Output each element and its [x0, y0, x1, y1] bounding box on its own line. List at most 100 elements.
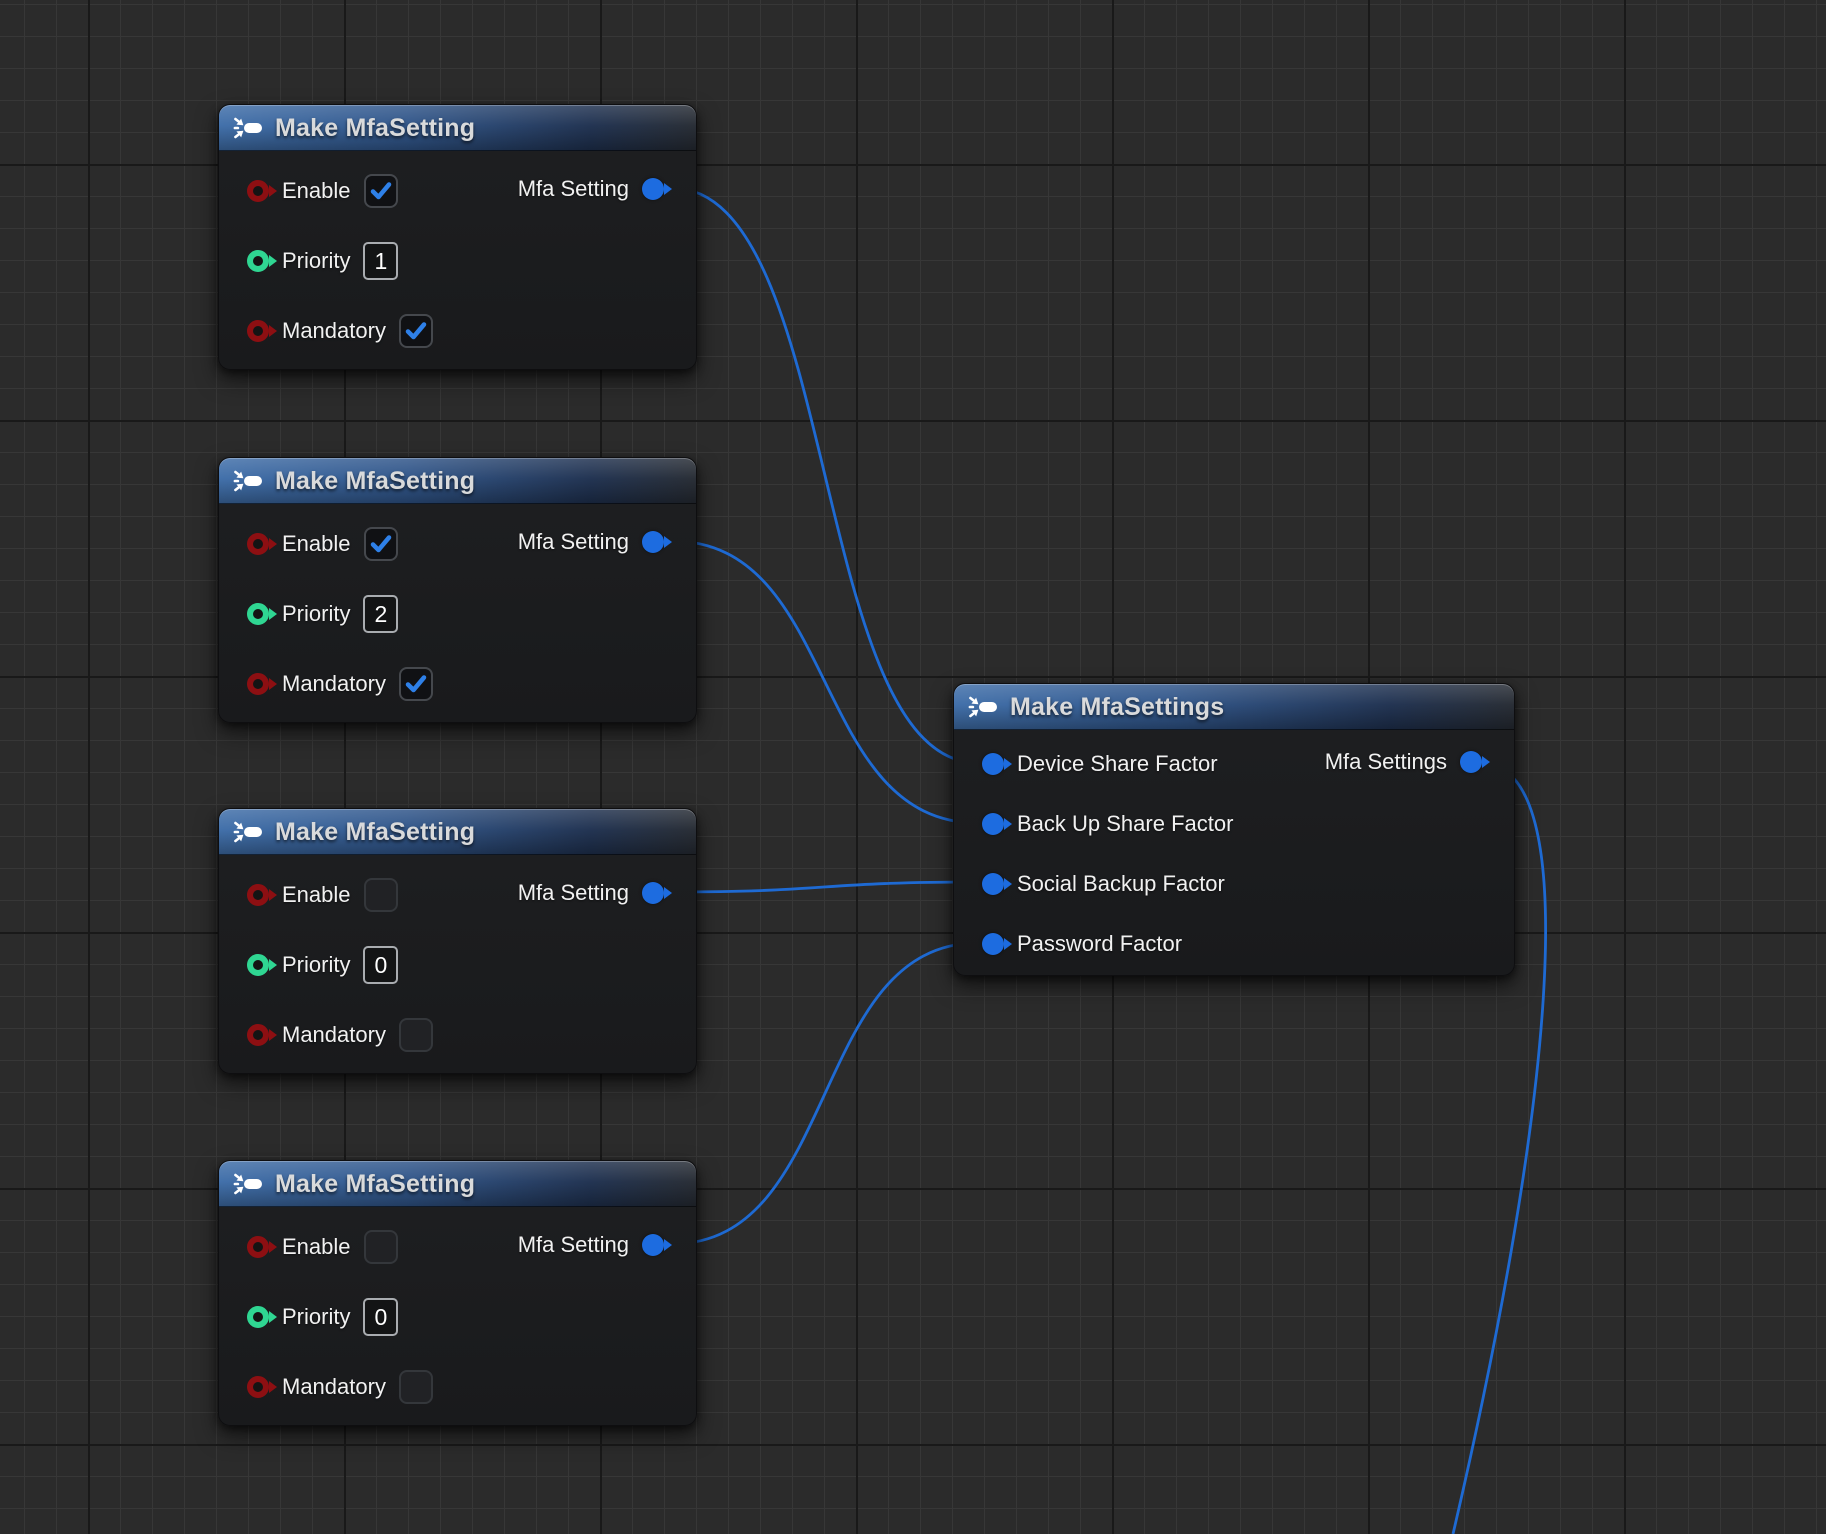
pin-wedge	[269, 1029, 277, 1041]
checkbox-enable[interactable]	[364, 1230, 398, 1264]
pin-mandatory-input[interactable]	[247, 1024, 269, 1046]
pin-mfa-setting-output[interactable]	[642, 531, 664, 553]
pin-back-up-share-factor-input[interactable]	[982, 813, 1004, 835]
node-make-mfasetting-1[interactable]: Make MfaSetting Enable Priority 1 Mandatory M…	[218, 104, 697, 370]
pin-wedge	[1004, 758, 1012, 770]
pin-social-backup-factor-input[interactable]	[982, 873, 1004, 895]
make-struct-icon	[231, 468, 265, 494]
node-header[interactable]: Make MfaSetting	[219, 105, 696, 151]
pin-wedge	[664, 536, 672, 548]
pin-circle	[247, 1236, 269, 1258]
pin-mfa-settings-output[interactable]	[1460, 751, 1482, 773]
pin-priority-input[interactable]	[247, 954, 269, 976]
pin-label: Mfa Setting	[518, 1234, 629, 1256]
pin-label: Mandatory	[282, 1024, 386, 1046]
pin-row-mfa-settings: Mfa Settings	[1325, 740, 1482, 784]
pin-wedge	[269, 959, 277, 971]
node-header[interactable]: Make MfaSetting	[219, 458, 696, 504]
pin-wedge	[1482, 756, 1490, 768]
blueprint-canvas[interactable]: Make MfaSettingEnablePriority1MandatoryM…	[0, 0, 1826, 1534]
pin-mfa-setting-output[interactable]	[642, 882, 664, 904]
checkbox-mandatory[interactable]	[399, 1018, 433, 1052]
pin-circle	[247, 1376, 269, 1398]
pin-wedge	[1004, 818, 1012, 830]
make-struct-icon	[231, 115, 265, 141]
pin-wedge	[664, 183, 672, 195]
pin-enable-input[interactable]	[247, 884, 269, 906]
node-make-mfasetting-4[interactable]: Make MfaSettingEnablePriority0MandatoryM…	[218, 1160, 697, 1426]
pin-mandatory-input[interactable]	[247, 320, 269, 342]
pin-priority-input[interactable]	[247, 603, 269, 625]
pin-circle	[247, 533, 269, 555]
checkmark-icon	[403, 318, 429, 344]
pin-wedge	[269, 325, 277, 337]
pin-mandatory-input[interactable]	[247, 1376, 269, 1398]
pin-row-mfa-setting: Mfa Setting	[518, 520, 664, 564]
pin-label: Back Up Share Factor	[1017, 813, 1233, 835]
pin-label: Enable	[282, 533, 351, 555]
node-title: Make MfaSetting	[275, 469, 475, 494]
pin-label: Priority	[282, 250, 350, 272]
pin-circle	[247, 673, 269, 695]
pin-priority-input[interactable]	[247, 1306, 269, 1328]
pin-mfa-setting-output[interactable]	[642, 1234, 664, 1256]
pin-mandatory-input[interactable]	[247, 673, 269, 695]
pin-circle	[247, 250, 269, 272]
pin-enable-input[interactable]	[247, 1236, 269, 1258]
checkbox-enable[interactable]	[364, 174, 398, 208]
pin-password-factor-input[interactable]	[982, 933, 1004, 955]
pin-device-share-factor-input[interactable]	[982, 753, 1004, 775]
pin-label: Enable	[282, 180, 351, 202]
checkmark-icon	[368, 178, 394, 204]
pin-enable-input[interactable]	[247, 533, 269, 555]
node-make-mfasetting-2[interactable]: Make MfaSetting Enable Priority2 Mandatory M…	[218, 457, 697, 723]
wire-4[interactable]	[672, 943, 978, 1244]
pin-priority-input[interactable]	[247, 250, 269, 272]
pin-circle	[982, 873, 1004, 895]
pin-label: Priority	[282, 954, 350, 976]
pin-row-enable: Enable	[247, 522, 398, 566]
checkbox-enable[interactable]	[364, 527, 398, 561]
pin-wedge	[269, 538, 277, 550]
checkbox-mandatory[interactable]	[399, 314, 433, 348]
pin-circle	[1460, 751, 1482, 773]
pin-circle	[247, 603, 269, 625]
wire-3[interactable]	[672, 882, 978, 892]
pin-label: Priority	[282, 1306, 350, 1328]
pin-row-back-up-share-factor: Back Up Share Factor	[982, 802, 1233, 846]
node-make-mfasettings-5[interactable]: Make MfaSettings Device Share Factor Back …	[953, 683, 1515, 976]
pin-row-priority: Priority 0	[247, 1295, 398, 1339]
pin-wedge	[664, 1239, 672, 1251]
pin-circle	[642, 531, 664, 553]
wire-1[interactable]	[672, 188, 978, 763]
pin-wedge	[269, 1381, 277, 1393]
pin-circle	[247, 320, 269, 342]
priority-value-input[interactable]: 1	[363, 242, 398, 280]
pin-wedge	[269, 1311, 277, 1323]
node-header[interactable]: Make MfaSetting	[219, 1161, 696, 1207]
pin-mfa-setting-output[interactable]	[642, 178, 664, 200]
pin-circle	[982, 753, 1004, 775]
pin-wedge	[1004, 938, 1012, 950]
pin-label: Mandatory	[282, 673, 386, 695]
priority-value-input[interactable]: 0	[363, 1298, 398, 1336]
node-title: Make MfaSettings	[1010, 695, 1224, 720]
wire-2[interactable]	[672, 541, 978, 823]
pin-row-mandatory: Mandatory	[247, 309, 433, 353]
pin-row-social-backup-factor: Social Backup Factor	[982, 862, 1225, 906]
checkbox-mandatory[interactable]	[399, 1370, 433, 1404]
pin-circle	[247, 954, 269, 976]
node-header[interactable]: Make MfaSettings	[954, 684, 1514, 730]
pin-row-priority: Priority2	[247, 592, 398, 636]
pin-enable-input[interactable]	[247, 180, 269, 202]
checkbox-enable[interactable]	[364, 878, 398, 912]
pin-label: Device Share Factor	[1017, 753, 1218, 775]
pin-label: Mfa Setting	[518, 178, 629, 200]
node-make-mfasetting-3[interactable]: Make MfaSettingEnablePriority0MandatoryM…	[218, 808, 697, 1074]
priority-value-input[interactable]: 2	[363, 595, 398, 633]
checkbox-mandatory[interactable]	[399, 667, 433, 701]
pin-wedge	[269, 608, 277, 620]
node-header[interactable]: Make MfaSetting	[219, 809, 696, 855]
pin-circle	[247, 1024, 269, 1046]
priority-value-input[interactable]: 0	[363, 946, 398, 984]
